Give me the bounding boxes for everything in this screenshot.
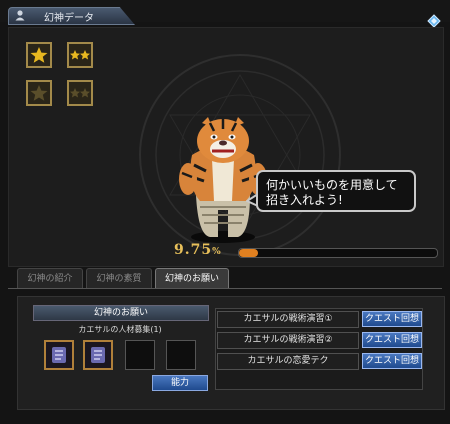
star-rank-1-button[interactable] xyxy=(26,42,52,68)
progress-percent: 9.75% xyxy=(174,242,222,258)
quest-recall-button-2[interactable]: クエスト回想 xyxy=(362,332,422,348)
tab-introduction[interactable]: 幻神の紹介 xyxy=(17,268,83,288)
quest-name-1: カエサルの戦術演習① xyxy=(217,311,359,328)
request-header: 幻神のお願い xyxy=(33,305,209,321)
power-button[interactable]: 能力 xyxy=(152,375,208,391)
tab-divider xyxy=(8,288,442,289)
item-slot-1[interactable] xyxy=(44,340,74,370)
quest-name-2: カエサルの戦術演習② xyxy=(217,332,359,349)
scroll-icon xyxy=(52,347,66,363)
tab-request[interactable]: 幻神のお願い xyxy=(155,268,229,288)
star-rank-3-button[interactable] xyxy=(26,80,52,106)
item-slot-2[interactable] xyxy=(83,340,113,370)
tab-aptitude[interactable]: 幻神の素質 xyxy=(86,268,152,288)
window-title: 幻神データ xyxy=(44,13,94,24)
progress-bar xyxy=(238,248,438,258)
quest-name-3: カエサルの恋愛テク xyxy=(217,353,359,370)
tiger-character-image xyxy=(179,117,267,243)
quest-recall-button-3[interactable]: クエスト回想 xyxy=(362,353,422,369)
item-slot-4[interactable] xyxy=(166,340,196,370)
scroll-icon xyxy=(91,347,105,363)
quest-recall-button-1[interactable]: クエスト回想 xyxy=(362,311,422,327)
progress-bar-fill xyxy=(239,249,259,257)
person-icon xyxy=(15,10,25,21)
request-subtitle: カエサルの人材募集(1) xyxy=(78,325,162,334)
crystal-icon[interactable] xyxy=(427,14,441,28)
speech-bubble: 何かいいものを用意して招き入れよう! xyxy=(256,170,416,212)
item-slot-3[interactable] xyxy=(125,340,155,370)
star-rank-4-button[interactable] xyxy=(67,80,93,106)
star-rank-2-button[interactable] xyxy=(67,42,93,68)
